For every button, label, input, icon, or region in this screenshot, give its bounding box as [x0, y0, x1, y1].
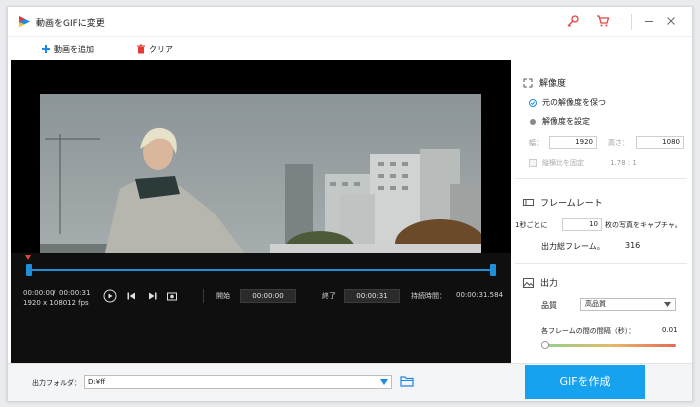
width-input[interactable]: 1920	[549, 136, 597, 149]
plus-icon	[42, 45, 50, 53]
next-frame-icon[interactable]	[148, 292, 157, 300]
app-logo-icon	[19, 16, 30, 27]
timeline-bar	[27, 269, 495, 271]
previous-frame-icon[interactable]	[127, 292, 136, 300]
keep-original-radio[interactable]: 元の解像度を保つ	[529, 97, 606, 108]
aspect-ratio-value: 1.78 : 1	[610, 159, 637, 167]
clear-label: クリア	[149, 44, 173, 54]
total-time: 00:00:31	[59, 289, 91, 297]
capture-suffix: 枚の写真をキャプチャ。	[605, 221, 682, 229]
playhead-marker[interactable]	[25, 255, 31, 260]
output-folder-field[interactable]: D:¥ff	[84, 375, 392, 389]
toolbar: 動画を追加 クリア	[8, 38, 692, 60]
end-time-field[interactable]: 00:00:31	[344, 289, 400, 303]
time-separator: /	[53, 289, 56, 297]
snapshot-icon[interactable]	[167, 291, 177, 301]
chevron-down-icon	[380, 379, 388, 385]
divider	[203, 289, 204, 303]
film-icon	[523, 199, 534, 206]
aspect-ratio-checkbox[interactable]: 縦横比を固定	[529, 158, 584, 168]
total-frames-value: 316	[625, 241, 641, 250]
quality-label: 品質	[541, 301, 557, 310]
height-input[interactable]: 1080	[636, 136, 684, 149]
frame-interval-value: 0.01	[662, 326, 678, 334]
per-second-label: 1秒ごとに	[515, 221, 548, 229]
keep-original-label: 元の解像度を保つ	[542, 98, 606, 107]
chevron-down-icon	[664, 302, 671, 307]
section-divider	[515, 263, 687, 264]
titlebar-divider	[631, 14, 632, 30]
add-video-label: 動画を追加	[54, 44, 94, 54]
aspect-ratio-label: 縦横比を固定	[542, 159, 584, 167]
settings-panel: 解像度 元の解像度を保つ 解像度を設定 幅： 1920 高さ： 1080 縦横比…	[511, 60, 692, 363]
set-resolution-radio[interactable]: 解像度を設定	[529, 116, 590, 127]
current-time: 00:00:00	[23, 289, 55, 297]
frame-rate-title: フレームレート	[540, 199, 603, 209]
checkbox-box	[529, 159, 537, 167]
frame-rate-section-title: フレームレート	[523, 196, 603, 209]
frames-per-second-input[interactable]: 10	[562, 218, 602, 231]
output-folder-value: D:¥ff	[88, 378, 106, 386]
interval-slider-thumb[interactable]	[541, 341, 549, 349]
start-label: 開始	[216, 292, 230, 300]
section-divider	[515, 178, 687, 179]
height-label: 高さ：	[608, 139, 629, 147]
radio-dot-icon	[530, 118, 536, 125]
output-section-title: 出力	[523, 276, 558, 289]
timeline-panel: 00:00:00 / 00:00:31 1920 x 1080 12 fps 開…	[11, 253, 511, 363]
quality-value: 高品質	[585, 300, 606, 308]
cart-icon[interactable]	[596, 14, 610, 28]
output-folder-label: 出力フォルダ：	[32, 379, 81, 387]
clear-button[interactable]: クリア	[136, 42, 173, 56]
set-resolution-label: 解像度を設定	[542, 117, 590, 126]
title-bar: 動画をGIFに変更	[8, 7, 692, 37]
video-resolution: 1920 x 1080	[23, 299, 68, 307]
minimize-icon[interactable]	[642, 14, 656, 28]
duration-value: 00:00:31.584	[456, 291, 504, 299]
trash-icon	[137, 44, 145, 54]
start-time-field[interactable]: 00:00:00	[240, 289, 296, 303]
play-button[interactable]	[103, 289, 117, 303]
quality-select[interactable]: 高品質	[580, 298, 676, 311]
start-trim-handle[interactable]	[26, 264, 32, 276]
duration-label: 持続時間：	[411, 292, 446, 300]
add-video-button[interactable]: 動画を追加	[41, 42, 94, 56]
folder-icon[interactable]	[400, 375, 414, 387]
resolution-section-title: 解像度	[523, 76, 566, 89]
window-title: 動画をGIFに変更	[36, 19, 105, 29]
output-title: 出力	[540, 279, 559, 289]
frame-interval-label: 各フレームの間の間隔（秒）：	[541, 327, 636, 335]
app-window: 動画をGIFに変更 動画を追加 クリア 00:00:00 / 00:00:31 …	[7, 6, 693, 401]
width-label: 幅：	[529, 139, 543, 147]
video-frame	[40, 94, 481, 274]
resize-icon	[523, 78, 533, 87]
check-circle-icon	[529, 98, 537, 107]
resolution-title: 解像度	[539, 79, 567, 89]
key-icon[interactable]	[566, 14, 580, 28]
image-icon	[523, 277, 534, 288]
end-trim-handle[interactable]	[490, 264, 496, 276]
end-label: 終了	[322, 292, 336, 300]
timeline-track[interactable]	[25, 255, 496, 279]
close-icon[interactable]	[664, 14, 678, 28]
total-frames-label: 出力総フレーム。	[541, 242, 605, 251]
interval-slider-track[interactable]	[545, 344, 676, 347]
video-fps: 12 fps	[67, 299, 89, 307]
create-gif-button[interactable]: GIFを作成	[525, 365, 645, 399]
